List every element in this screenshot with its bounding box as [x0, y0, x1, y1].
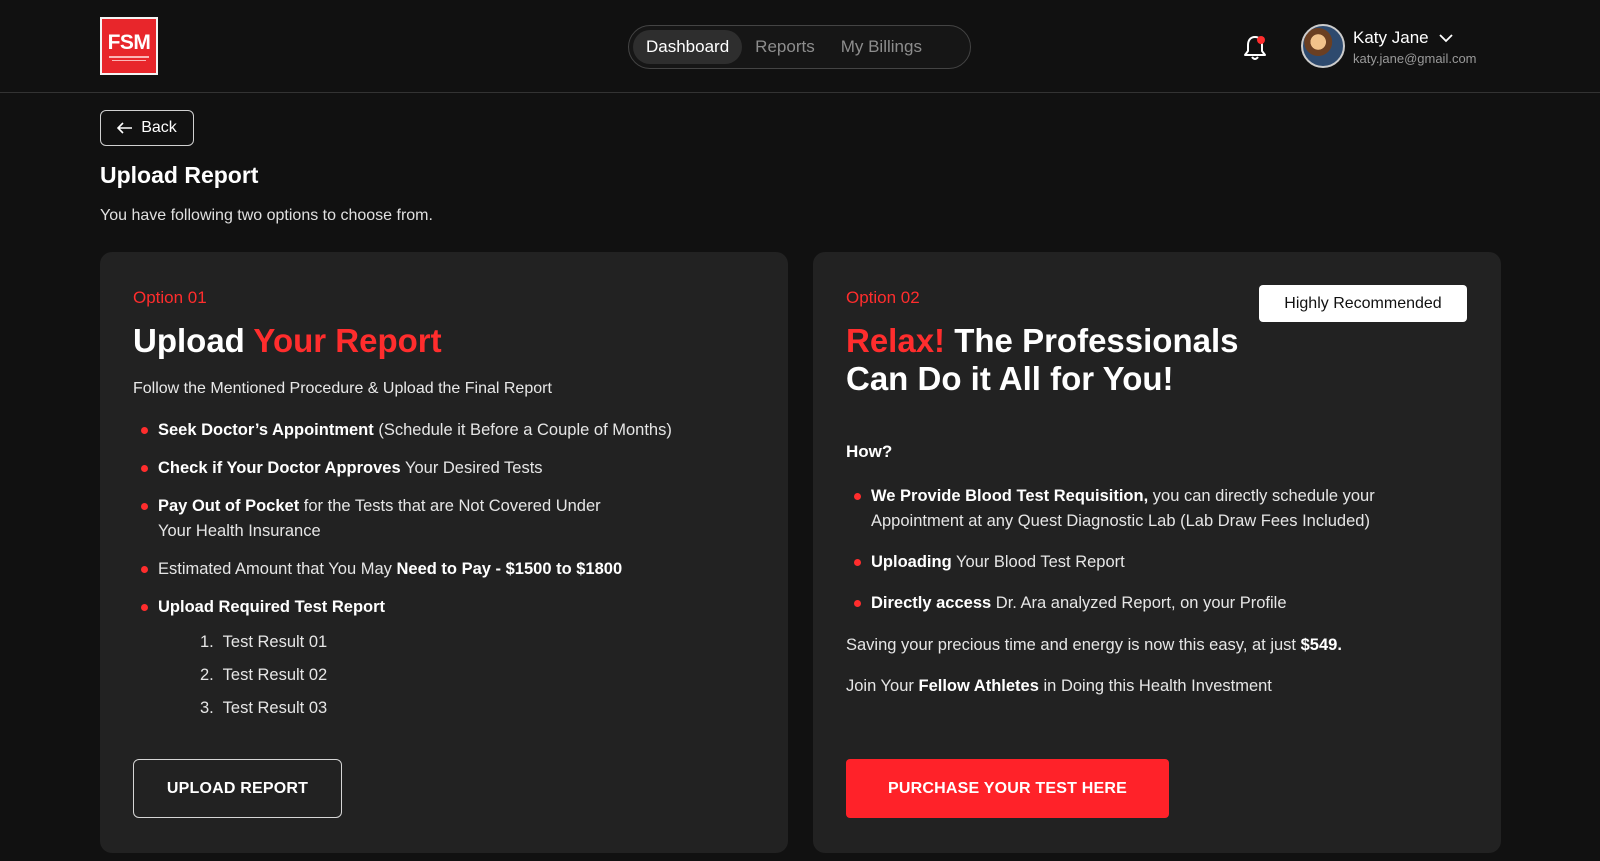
service-list: We Provide Blood Test Requisition, you c… — [846, 484, 1466, 616]
item-bold: Need to Pay - $1500 to $1800 — [396, 560, 623, 578]
procedure-list: Seek Doctor’s Appointment (Schedule it B… — [133, 418, 753, 725]
back-button[interactable]: Back — [100, 110, 194, 146]
nav-tab-dashboard[interactable]: Dashboard — [633, 30, 743, 64]
logo-text: FSM — [107, 30, 151, 54]
test-result-item: 3. Test Result 03 — [200, 699, 328, 717]
main-nav: Dashboard Reports My Billings — [628, 25, 971, 69]
option-heading: Upload Your Report — [133, 322, 442, 360]
recommended-badge: Highly Recommended — [1259, 285, 1467, 322]
test-result-item: 1. Test Result 01 — [200, 633, 328, 651]
item-bold: Directly access — [871, 594, 992, 612]
list-item: Estimated Amount that You May Need to Pa… — [133, 557, 753, 582]
option-label: Option 01 — [133, 288, 207, 307]
option-label: Option 02 — [846, 288, 920, 307]
nav-tab-reports[interactable]: Reports — [742, 30, 828, 64]
upload-report-button[interactable]: UPLOAD REPORT — [133, 759, 342, 818]
test-result-label: Test Result 02 — [222, 666, 328, 684]
heading-part: Can Do it All for You! — [846, 360, 1174, 397]
saving-text: Saving your precious time and energy is … — [846, 636, 1342, 655]
item-bold: Uploading — [871, 553, 952, 571]
page-title: Upload Report — [100, 162, 259, 188]
item-text: Dr. Ara analyzed Report, on your Profile — [995, 594, 1287, 612]
heading-part: Upload — [133, 322, 245, 359]
user-menu[interactable]: Katy Jane — [1353, 28, 1453, 48]
option-heading: Relax! The Professionals Can Do it All f… — [846, 322, 1239, 398]
fsm-logo[interactable]: FSM — [100, 17, 158, 75]
heading-accent: Your Report — [253, 322, 442, 359]
list-item: Check if Your Doctor Approves Your Desir… — [133, 456, 753, 481]
heading-part: The Professionals — [954, 322, 1239, 359]
test-result-list: 1. Test Result 01 2. Test Result 02 3. T… — [158, 626, 753, 725]
option-02-card: Option 02 Highly Recommended Relax! The … — [813, 252, 1501, 853]
list-item: Directly access Dr. Ara analyzed Report,… — [846, 591, 1466, 616]
user-name: Katy Jane — [1353, 28, 1429, 47]
join-text: Join Your Fellow Athletes in Doing this … — [846, 677, 1272, 696]
item-text: Estimated Amount that You May — [158, 560, 392, 578]
join-copy: Join Your — [846, 677, 914, 695]
list-item: Uploading Your Blood Test Report — [846, 550, 1466, 575]
test-result-label: Test Result 03 — [222, 699, 328, 717]
test-result-item: 2. Test Result 02 — [200, 666, 328, 684]
chevron-down-icon — [1438, 33, 1453, 42]
logo-decoration — [112, 59, 146, 61]
top-header: FSM Dashboard Reports My Billings Katy J… — [0, 0, 1600, 93]
item-bold: Upload Required Test Report — [158, 598, 386, 616]
option-01-card: Option 01 Upload Your Report Follow the … — [100, 252, 788, 853]
price: $549. — [1300, 636, 1342, 654]
user-email: katy.jane@gmail.com — [1353, 51, 1477, 66]
list-item: Seek Doctor’s Appointment (Schedule it B… — [133, 418, 753, 443]
back-label: Back — [141, 119, 177, 136]
item-bold: Seek Doctor’s Appointment — [158, 421, 374, 439]
option-description: Follow the Mentioned Procedure & Upload … — [133, 380, 552, 397]
list-item: We Provide Blood Test Requisition, you c… — [846, 484, 1406, 534]
item-bold: We Provide Blood Test Requisition, — [871, 487, 1149, 505]
arrow-left-icon — [117, 122, 133, 134]
item-text: Your Desired Tests — [404, 459, 543, 477]
list-item: Upload Required Test Report 1. Test Resu… — [133, 595, 753, 725]
item-bold: Pay Out of Pocket — [158, 497, 300, 515]
join-copy: in Doing this Health Investment — [1043, 677, 1272, 695]
test-result-label: Test Result 01 — [222, 633, 328, 651]
item-text: (Schedule it Before a Couple of Months) — [378, 421, 672, 439]
purchase-test-button[interactable]: PURCHASE YOUR TEST HERE — [846, 759, 1169, 818]
heading-accent: Relax! — [846, 322, 946, 359]
notification-bell-icon[interactable] — [1242, 33, 1268, 61]
saving-copy: Saving your precious time and energy is … — [846, 636, 1297, 654]
list-item: Pay Out of Pocket for the Tests that are… — [133, 494, 633, 544]
join-bold: Fellow Athletes — [918, 677, 1039, 695]
how-label: How? — [846, 442, 893, 461]
item-text: Your Blood Test Report — [955, 553, 1125, 571]
user-avatar[interactable] — [1301, 24, 1345, 68]
item-bold: Check if Your Doctor Approves — [158, 459, 401, 477]
logo-decoration — [109, 55, 149, 58]
nav-tab-my-billings[interactable]: My Billings — [828, 30, 935, 64]
page-subtitle: You have following two options to choose… — [100, 207, 433, 224]
